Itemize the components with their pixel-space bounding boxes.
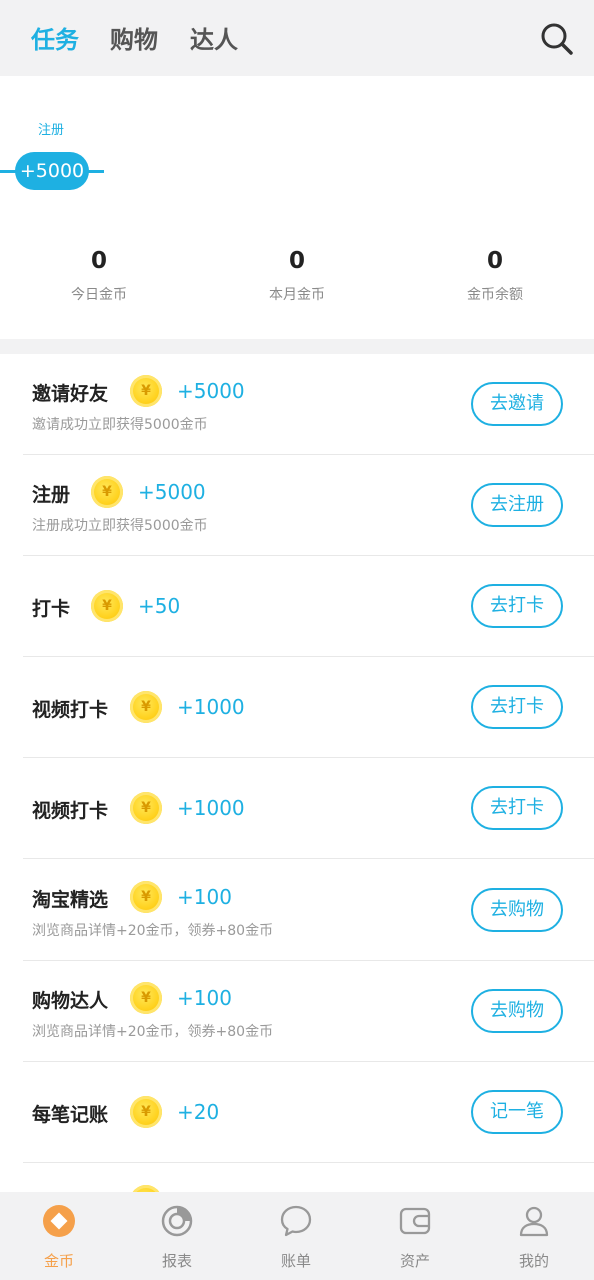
nav-label: 账单 (280, 1252, 311, 1270)
task-title: 淘宝精选 (32, 889, 109, 911)
task-row-video-checkin-2: 视频打卡 ¥ +1000 去打卡 (23, 758, 594, 859)
tab-tasks[interactable]: 任务 (31, 20, 79, 55)
shop-button[interactable]: 去购物 (471, 989, 563, 1033)
stat-value: 0 (288, 248, 305, 274)
task-desc: 浏览商品详情+20金币，领券+80金币 (32, 923, 274, 939)
pie-chart-icon (160, 1204, 194, 1238)
task-row-taobao: 淘宝精选 ¥ +100 浏览商品详情+20金币，领券+80金币 去购物 (23, 860, 594, 961)
stat-coin-balance: 0 金币余额 (396, 248, 594, 304)
chat-bubble-icon (279, 1204, 313, 1238)
nav-item-bills[interactable]: 账单 (237, 1192, 355, 1280)
nav-label: 金币 (43, 1252, 74, 1270)
task-reward: +100 (177, 986, 232, 1010)
nav-label: 我的 (518, 1252, 549, 1270)
video-checkin-button[interactable]: 去打卡 (471, 685, 563, 729)
progress-step-reward: +5000 (15, 152, 89, 190)
task-title: 每笔记账 (32, 1104, 109, 1126)
stat-month-coins: 0 本月金币 (198, 248, 396, 304)
nav-label: 资产 (399, 1252, 430, 1270)
coin-icon: ¥ (130, 982, 162, 1014)
task-row-register: 注册 ¥ +5000 注册成功立即获得5000金币 去注册 (23, 455, 594, 556)
task-title: 打卡 (32, 598, 71, 620)
task-reward: +1000 (177, 695, 245, 719)
task-title: 购物达人 (32, 990, 109, 1012)
stat-label: 今日金币 (71, 287, 127, 303)
task-title: 邀请好友 (32, 383, 109, 405)
coin-icon: ¥ (130, 881, 162, 913)
nav-item-coins[interactable]: 金币 (0, 1192, 118, 1280)
nav-item-assets[interactable]: 资产 (356, 1192, 474, 1280)
task-title: 视频打卡 (32, 800, 109, 822)
coin-icon: ¥ (130, 792, 162, 824)
search-icon[interactable] (540, 22, 574, 56)
task-row-partial: ¥ (23, 1163, 594, 1192)
coin-icon: ¥ (91, 590, 123, 622)
task-desc: 邀请成功立即获得5000金币 (32, 417, 208, 433)
nav-item-reports[interactable]: 报表 (118, 1192, 236, 1280)
stat-label: 金币余额 (467, 287, 523, 303)
record-button[interactable]: 记一笔 (471, 1090, 563, 1134)
shop-button[interactable]: 去购物 (471, 888, 563, 932)
nav-item-profile[interactable]: 我的 (475, 1192, 593, 1280)
task-title: 注册 (32, 484, 71, 506)
stat-value: 0 (90, 248, 107, 274)
task-reward: +50 (138, 594, 181, 618)
task-row-invite: 邀请好友 ¥ +5000 邀请成功立即获得5000金币 去邀请 (23, 354, 594, 455)
progress-step-label: 注册 (38, 123, 65, 138)
video-checkin-button[interactable]: 去打卡 (471, 786, 563, 830)
task-reward: +100 (177, 885, 232, 909)
invite-button[interactable]: 去邀请 (471, 382, 563, 426)
coin-summary-card: 注册 +5000 0 今日金币 0 本月金币 0 金币余额 (0, 76, 594, 339)
task-reward: +5000 (138, 480, 206, 504)
task-desc: 浏览商品详情+20金币，领券+80金币 (32, 1024, 274, 1040)
coin-icon: ¥ (91, 476, 123, 508)
coin-diamond-icon (42, 1204, 76, 1238)
task-list: 邀请好友 ¥ +5000 邀请成功立即获得5000金币 去邀请 注册 ¥ +50… (0, 354, 594, 1192)
coin-icon: ¥ (130, 1096, 162, 1128)
stat-value: 0 (486, 248, 503, 274)
task-reward: +20 (177, 1100, 220, 1124)
bottom-nav: 金币 报表 账单 资产 我的 (0, 1192, 594, 1280)
user-icon (517, 1204, 551, 1238)
task-reward: +1000 (177, 796, 245, 820)
task-row-record: 每笔记账 ¥ +20 记一笔 (23, 1062, 594, 1163)
task-row-shopping-expert: 购物达人 ¥ +100 浏览商品详情+20金币，领券+80金币 去购物 (23, 961, 594, 1062)
tab-shopping[interactable]: 购物 (110, 20, 158, 55)
top-tab-bar: 任务 购物 达人 (0, 0, 594, 76)
tab-experts[interactable]: 达人 (190, 20, 238, 55)
stat-today-coins: 0 今日金币 (0, 248, 198, 304)
task-title: 视频打卡 (32, 699, 109, 721)
coin-icon: ¥ (130, 375, 162, 407)
wallet-icon (398, 1204, 432, 1238)
stat-label: 本月金币 (269, 287, 325, 303)
coin-icon: ¥ (130, 691, 162, 723)
checkin-button[interactable]: 去打卡 (471, 584, 563, 628)
task-row-checkin: 打卡 ¥ +50 去打卡 (23, 556, 594, 657)
task-desc: 注册成功立即获得5000金币 (32, 518, 208, 534)
nav-label: 报表 (161, 1252, 192, 1270)
task-row-video-checkin: 视频打卡 ¥ +1000 去打卡 (23, 657, 594, 758)
task-reward: +5000 (177, 379, 245, 403)
register-button[interactable]: 去注册 (471, 483, 563, 527)
coin-icon: ¥ (130, 1185, 162, 1192)
